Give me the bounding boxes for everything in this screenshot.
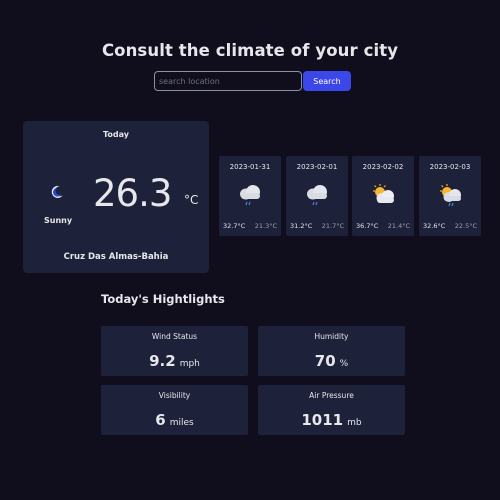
forecast-date: 2023-02-02 bbox=[362, 163, 404, 171]
humidity-card: Humidity 70% bbox=[258, 326, 405, 376]
forecast-min-temp: 21.3°C bbox=[254, 222, 277, 230]
air-pressure-label: Air Pressure bbox=[309, 391, 354, 400]
forecast-min-temp: 21.7°C bbox=[321, 222, 344, 230]
search-button[interactable]: Search bbox=[303, 71, 351, 91]
forecast-date: 2023-01-31 bbox=[229, 163, 271, 171]
air-pressure-card: Air Pressure 1011 mb bbox=[258, 385, 405, 435]
forecast-max-temp: 31.2°C bbox=[290, 222, 313, 230]
page-title: Consult the climate of your city bbox=[101, 41, 399, 60]
forecast-min-temp: 21.4°C bbox=[387, 222, 410, 230]
search-input[interactable] bbox=[154, 71, 302, 91]
cloud-rain-icon bbox=[236, 183, 264, 207]
air-pressure-value: 1011 bbox=[301, 411, 344, 429]
wind-status-card: Wind Status 9.2 mph bbox=[101, 326, 248, 376]
today-label: Today bbox=[103, 130, 129, 139]
forecast-card: 2023-02-01 31.2°C 21.7°C bbox=[286, 156, 348, 236]
current-temperature: 26.3 bbox=[93, 172, 172, 215]
weather-condition: Sunny bbox=[44, 216, 73, 225]
visibility-label: Visibility bbox=[158, 391, 191, 400]
highlights-title: Today's Hightlights bbox=[101, 292, 225, 306]
location-name: Cruz Das Almas-Bahia bbox=[63, 252, 169, 262]
forecast-card: 2023-02-03 32.6°C 22.5°C bbox=[419, 156, 481, 236]
forecast-date: 2023-02-01 bbox=[296, 163, 338, 171]
temperature-unit: °C bbox=[184, 193, 199, 207]
today-weather-card: Today Sunny 26.3 °C Cruz Das Almas-Bahia bbox=[23, 121, 209, 273]
visibility-card: Visibility 6 miles bbox=[101, 385, 248, 435]
forecast-max-temp: 36.7°C bbox=[356, 222, 379, 230]
cloud-rain-icon bbox=[303, 183, 331, 207]
partly-cloudy-icon bbox=[369, 183, 397, 207]
visibility-unit: miles bbox=[169, 418, 194, 428]
forecast-max-temp: 32.7°C bbox=[223, 222, 246, 230]
forecast-min-temp: 22.5°C bbox=[454, 222, 477, 230]
humidity-value: 70 bbox=[314, 352, 336, 370]
forecast-date: 2023-02-03 bbox=[429, 163, 471, 171]
wind-status-label: Wind Status bbox=[151, 332, 198, 341]
wind-status-unit: mph bbox=[179, 359, 200, 369]
forecast-card: 2023-01-31 32.7°C 21.3°C bbox=[219, 156, 281, 236]
forecast-max-temp: 32.6°C bbox=[423, 222, 446, 230]
humidity-label: Humidity bbox=[314, 332, 349, 341]
visibility-value: 6 bbox=[155, 411, 166, 429]
air-pressure-unit: mb bbox=[347, 418, 362, 428]
wind-status-value: 9.2 bbox=[149, 352, 176, 370]
forecast-card: 2023-02-02 36.7°C 21.4°C bbox=[352, 156, 414, 236]
moon-icon bbox=[50, 184, 64, 198]
partly-cloudy-rain-icon bbox=[436, 183, 464, 207]
humidity-unit: % bbox=[339, 359, 349, 369]
